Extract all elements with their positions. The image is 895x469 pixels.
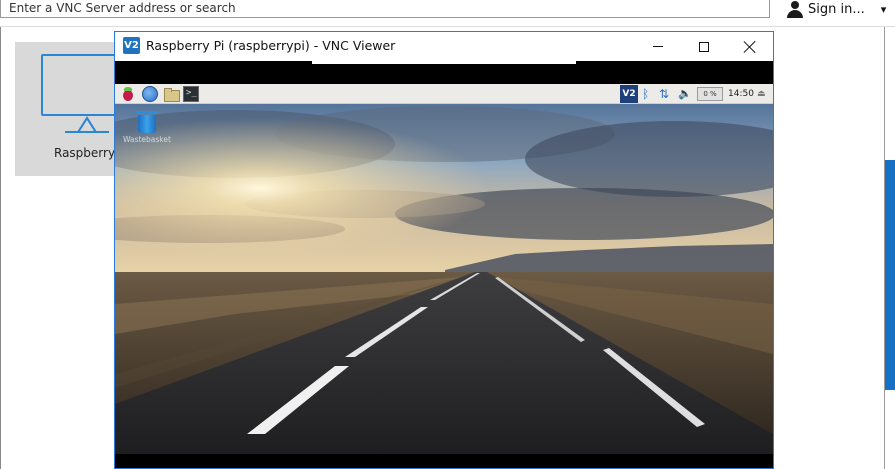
web-browser-icon[interactable] [142, 86, 158, 102]
remote-desktop[interactable]: Wastebasket [115, 104, 773, 454]
terminal-icon[interactable]: >_ [183, 86, 199, 102]
vnc-viewer-window[interactable]: V2 Raspberry Pi (raspberrypi) - VNC View… [114, 31, 774, 469]
cpu-monitor: 0 % [697, 87, 723, 101]
remote-taskbar: >_ V2 ᛒ ⇅ 🔈 0 % 14:50 ⏏ [115, 84, 773, 104]
user-icon [786, 0, 804, 18]
monitor-stand [77, 116, 97, 132]
window-title: Raspberry Pi (raspberrypi) - VNC Viewer [146, 38, 396, 53]
maximize-button[interactable] [681, 32, 727, 61]
vnc-tray-icon[interactable]: V2 [620, 85, 638, 103]
background-window-edge [885, 160, 895, 390]
toolbar-handle[interactable] [312, 60, 576, 64]
close-button[interactable] [727, 32, 773, 61]
title-bar[interactable]: V2 Raspberry Pi (raspberrypi) - VNC View… [115, 32, 773, 61]
monitor-base [65, 131, 109, 133]
volume-icon[interactable]: 🔈 [678, 85, 692, 103]
minimize-icon [653, 46, 663, 47]
close-icon [744, 41, 756, 53]
chevron-down-icon[interactable]: ▾ [881, 3, 887, 16]
search-placeholder: Enter a VNC Server address or search [9, 1, 236, 15]
sign-in-label: Sign in... [808, 1, 865, 17]
vnc-logo-icon: V2 [123, 37, 140, 54]
maximize-icon [699, 41, 709, 52]
computer-tile-raspberry-pi[interactable]: Raspberry Pi [15, 42, 133, 176]
minimize-button[interactable] [635, 32, 681, 61]
wastebasket-icon[interactable] [135, 110, 159, 134]
eject-icon[interactable]: ⏏ [757, 85, 766, 103]
window-border [0, 27, 1, 469]
clock[interactable]: 14:50 [728, 85, 754, 103]
sign-in-button[interactable]: Sign in... ▾ [786, 0, 886, 18]
wastebasket-label[interactable]: Wastebasket [123, 135, 171, 144]
raspberry-menu-icon[interactable] [120, 86, 136, 102]
file-manager-icon[interactable] [163, 86, 180, 102]
bluetooth-icon[interactable]: ᛒ [642, 85, 649, 103]
toolbar-divider [0, 26, 895, 27]
road-wallpaper [115, 104, 773, 454]
network-icon[interactable]: ⇅ [659, 85, 669, 103]
search-input[interactable]: Enter a VNC Server address or search [0, 0, 770, 18]
